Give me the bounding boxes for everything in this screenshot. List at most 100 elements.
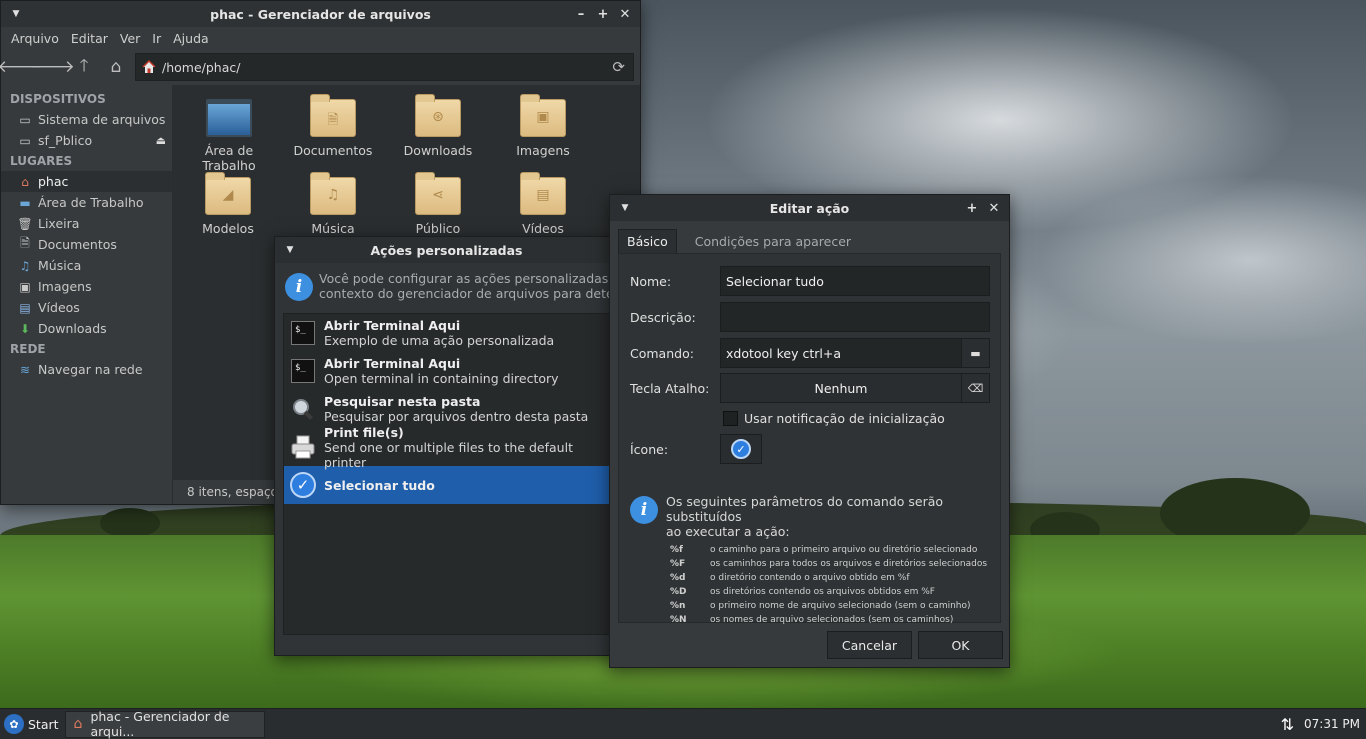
menu-arquivo[interactable]: Arquivo xyxy=(5,31,65,46)
sidebar-item-desktop[interactable]: ▬ Área de Trabalho xyxy=(1,192,172,213)
name-label: Nome: xyxy=(630,273,672,289)
params-intro: Os seguintes parâmetros do comando serão… xyxy=(666,494,944,524)
folder-label: Vídeos xyxy=(522,221,564,236)
taskbar-window-label: phac - Gerenciador de arqui... xyxy=(90,709,230,739)
download-icon: ⬇ xyxy=(19,321,31,336)
window-title: Editar ação xyxy=(769,200,850,216)
eject-icon[interactable]: ⏏ xyxy=(156,134,166,147)
ok-button[interactable]: OK xyxy=(918,631,1003,659)
action-title: Print file(s) xyxy=(324,424,404,440)
location-path: /home/phac/ xyxy=(162,59,241,75)
folder-label: Público xyxy=(415,221,461,236)
home-folder-icon xyxy=(142,60,156,73)
custom-actions-dialog: ▼ Ações personalizadas i Você pode confi… xyxy=(274,236,619,656)
startup-notification-checkbox[interactable] xyxy=(723,410,738,426)
forward-arrow-icon[interactable]: 🡒 xyxy=(29,54,75,80)
name-row: Nome: Selecionar tudo xyxy=(630,266,990,296)
params-intro: ao executar a ação: xyxy=(666,524,790,539)
close-icon[interactable]: ✕ xyxy=(983,197,1005,219)
action-row[interactable]: Pesquisar nesta pasta Pesquisar por arqu… xyxy=(284,390,609,428)
info-icon: i xyxy=(285,273,313,301)
menu-ver[interactable]: Ver xyxy=(114,31,146,46)
menu-ajuda[interactable]: Ajuda xyxy=(167,31,215,46)
status-text: 8 itens, espaço l xyxy=(187,485,286,499)
dialog-buttons: Cancelar OK xyxy=(827,631,1003,659)
icon-label: Ícone: xyxy=(630,441,669,457)
sidebar-item-images[interactable]: ▣ Imagens xyxy=(1,276,172,297)
sidebar-item-sf-pblico[interactable]: ▭ sf_Pblico ⏏ xyxy=(1,130,172,151)
folder-downloads[interactable]: ⊛ Downloads xyxy=(386,94,490,158)
edit-titlebar[interactable]: ▼ Editar ação + ✕ xyxy=(610,195,1009,221)
sidebar-item-label: Navegar na rede xyxy=(38,362,143,377)
sidebar-item-network[interactable]: ≋ Navegar na rede xyxy=(1,359,172,380)
window-menu-icon[interactable]: ▼ xyxy=(279,239,301,261)
folder-templates[interactable]: ◢ Modelos xyxy=(176,172,280,236)
tab-conditions[interactable]: Condições para aparecer xyxy=(687,229,859,253)
desktop-folder-icon xyxy=(206,99,252,137)
sidebar-item-label: Downloads xyxy=(38,321,107,336)
downloads-folder-icon: ⊛ xyxy=(415,94,461,137)
maximize-icon[interactable]: + xyxy=(961,197,983,219)
action-row[interactable]: Print file(s) Send one or multiple files… xyxy=(284,424,609,470)
actions-titlebar[interactable]: ▼ Ações personalizadas xyxy=(275,237,618,263)
icon-picker-button[interactable]: ✓ xyxy=(720,434,762,464)
network-icon[interactable]: ⇅ xyxy=(1281,715,1294,734)
minimize-icon[interactable]: – xyxy=(570,3,592,25)
window-menu-icon[interactable]: ▼ xyxy=(5,3,27,25)
documents-folder-icon: 🗎 xyxy=(310,94,356,137)
video-icon: ▤ xyxy=(19,300,31,315)
sidebar-item-videos[interactable]: ▤ Vídeos xyxy=(1,297,172,318)
menu-editar[interactable]: Editar xyxy=(65,31,114,46)
folder-documents[interactable]: 🗎 Documentos xyxy=(281,94,385,158)
up-arrow-icon[interactable]: 🡑 xyxy=(71,54,97,80)
action-row-selected[interactable]: ✓ Selecionar tudo xyxy=(284,466,609,504)
start-label: Start xyxy=(28,716,59,732)
sidebar-item-phac[interactable]: ⌂ phac xyxy=(1,171,172,192)
actions-list[interactable]: $_ Abrir Terminal Aqui Exemplo de uma aç… xyxy=(283,313,610,635)
window-title: Ações personalizadas xyxy=(370,242,523,258)
command-label: Comando: xyxy=(630,345,694,361)
action-row[interactable]: $_ Abrir Terminal Aqui Exemplo de uma aç… xyxy=(284,314,609,352)
folder-videos[interactable]: ▤ Vídeos xyxy=(491,172,595,236)
action-row[interactable]: $_ Abrir Terminal Aqui Open terminal in … xyxy=(284,352,609,390)
sidebar-item-documents[interactable]: 🗎 Documentos xyxy=(1,234,172,255)
sidebar-header-network: REDE xyxy=(10,342,46,356)
file-manager-titlebar[interactable]: ▼ phac - Gerenciador de arquivos – + ✕ xyxy=(1,1,640,27)
menubar: Arquivo Editar Ver Ir Ajuda xyxy=(1,27,640,49)
sidebar-header-places: LUGARES xyxy=(10,154,73,168)
shortcut-button[interactable]: Nenhum xyxy=(720,373,962,403)
start-button[interactable]: ✿ Start xyxy=(0,709,59,739)
home-icon[interactable]: ⌂ xyxy=(103,54,129,80)
taskbar-window-button[interactable]: ⌂ phac - Gerenciador de arqui... xyxy=(64,709,265,739)
startup-notification-checkbox-row[interactable]: Usar notificação de inicialização xyxy=(723,409,945,427)
parameters-help: i Os seguintes parâmetros do comando ser… xyxy=(630,494,990,627)
parameter-row: %n o primeiro nome de arquivo selecionado… xyxy=(670,601,971,611)
tab-basic[interactable]: Básico xyxy=(618,229,677,253)
desktop-icon: ▬ xyxy=(19,195,31,210)
parameter-row: %N os nomes de arquivo selecionados (sem … xyxy=(670,615,954,625)
menu-ir[interactable]: Ir xyxy=(146,31,167,46)
description-field[interactable] xyxy=(720,302,990,332)
maximize-icon[interactable]: + xyxy=(592,3,614,25)
videos-folder-icon: ▤ xyxy=(520,172,566,215)
folder-music[interactable]: ♫ Música xyxy=(281,172,385,236)
parameter-row: %f o caminho para o primeiro arquivo ou d… xyxy=(670,545,978,555)
folder-images[interactable]: ▣ Imagens xyxy=(491,94,595,158)
sidebar-item-filesystem[interactable]: ▭ Sistema de arquivos xyxy=(1,109,172,130)
folder-desktop[interactable]: Área de Trabalho xyxy=(177,99,281,173)
location-bar[interactable]: /home/phac/ ⟳ xyxy=(135,53,634,81)
window-menu-icon[interactable]: ▼ xyxy=(614,197,636,219)
command-field[interactable]: xdotool key ctrl+a xyxy=(720,338,962,368)
cancel-button[interactable]: Cancelar xyxy=(827,631,912,659)
sidebar-item-trash[interactable]: 🗑 Lixeira xyxy=(1,213,172,234)
sidebar-item-downloads[interactable]: ⬇ Downloads xyxy=(1,318,172,339)
clock[interactable]: 07:31 PM xyxy=(1304,717,1360,731)
close-icon[interactable]: ✕ xyxy=(614,3,636,25)
clear-shortcut-icon[interactable]: ⌫ xyxy=(962,373,990,403)
magnifier-icon xyxy=(290,396,316,422)
name-field[interactable]: Selecionar tudo xyxy=(720,266,990,296)
reload-icon[interactable]: ⟳ xyxy=(612,58,625,76)
browse-folder-icon[interactable]: ▬ xyxy=(962,338,990,368)
folder-public[interactable]: ⋖ Público xyxy=(386,172,490,236)
sidebar-item-music[interactable]: ♫ Música xyxy=(1,255,172,276)
